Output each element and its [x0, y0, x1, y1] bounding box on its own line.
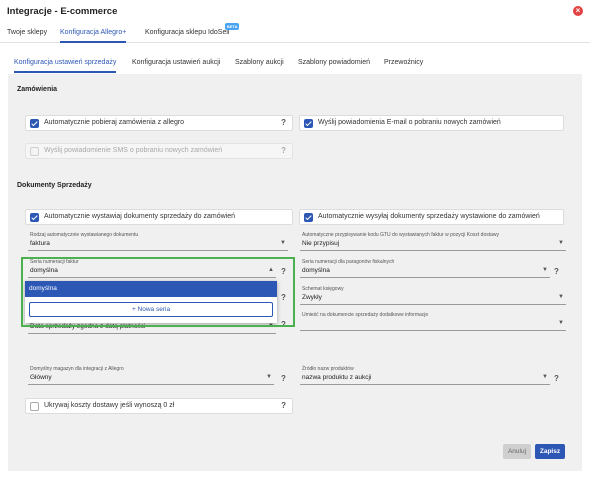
caret-down-icon: ▼	[558, 240, 564, 246]
help-icon: ?	[281, 146, 286, 155]
help-icon[interactable]: ?	[281, 118, 286, 127]
warehouse-select[interactable]: Domyślny magazyn dla integracji z Allegr…	[28, 366, 274, 385]
sms-notify-checkbox: Wyślij powiadomienie SMS o pobraniu nowy…	[25, 143, 293, 159]
extra-info-select[interactable]: Umieść na dokumencie sprzedaży dodatkowe…	[300, 312, 566, 331]
checkbox-checked[interactable]	[30, 119, 39, 128]
caret-down-icon: ▼	[558, 294, 564, 300]
sub-tabs: Konfiguracja ustawień sprzedaży Konfigur…	[0, 53, 590, 73]
checkbox-unchecked	[30, 147, 39, 156]
tab-notification-templates[interactable]: Szablony powiadomień	[298, 59, 370, 71]
doc-type-label: Rodzaj automatycznie wystawianego dokume…	[30, 232, 139, 238]
top-tabs: Twoje sklepy Konfiguracja Allegro+ Konfi…	[0, 23, 590, 43]
caret-down-icon: ▼	[542, 374, 548, 380]
caret-down-icon: ▼	[542, 267, 548, 273]
auto-fetch-orders-label: Automatycznie pobieraj zamówienia z alle…	[44, 119, 185, 126]
receipt-series-label: Seria numeracji dla paragonów fiskalnych	[302, 259, 395, 265]
hide-delivery-cost-label: Ukrywaj koszty dostawy jeśli wynoszą 0 z…	[44, 402, 175, 409]
highlight-frame	[21, 257, 295, 327]
warehouse-label: Domyślny magazyn dla integracji z Allegr…	[30, 366, 124, 372]
accounting-scheme-label: Schemat księgowy	[302, 286, 344, 292]
auto-send-docs-label: Automatycznie wysyłaj dokumenty sprzedaż…	[318, 213, 540, 220]
close-icon[interactable]: ×	[573, 6, 583, 16]
help-icon[interactable]: ?	[281, 374, 286, 383]
warehouse-value: Główny	[30, 374, 52, 381]
sales-docs-section-title: Dokumenty Sprzedaży	[17, 182, 92, 189]
title-bar: Integracje - E-commerce ×	[0, 0, 590, 22]
orders-section-title: Zamówienia	[17, 86, 58, 93]
product-names-label: Źródło nazw produktów	[302, 366, 354, 372]
tab-your-shops[interactable]: Twoje sklepy	[7, 29, 47, 41]
email-notify-checkbox[interactable]: Wyślij powiadomienia E-mail o pobraniu n…	[299, 115, 564, 131]
accounting-scheme-select[interactable]: Schemat księgowy Zwykły ▼	[300, 286, 566, 305]
tab-carriers[interactable]: Przewoźnicy	[384, 59, 423, 71]
checkbox-checked[interactable]	[30, 213, 39, 222]
accounting-scheme-value: Zwykły	[302, 294, 322, 301]
tab-idosell-label: Konfiguracja sklepu IdoSell	[145, 29, 230, 36]
window-title: Integracje - E-commerce	[7, 6, 118, 17]
checkbox-unchecked[interactable]	[30, 402, 39, 411]
tab-auction-settings[interactable]: Konfiguracja ustawień aukcji	[132, 59, 220, 71]
extra-info-label: Umieść na dokumencie sprzedaży dodatkowe…	[302, 312, 429, 318]
help-icon[interactable]: ?	[554, 374, 559, 383]
doc-type-select[interactable]: Rodzaj automatycznie wystawianego dokume…	[28, 232, 288, 251]
help-icon[interactable]: ?	[554, 267, 559, 276]
caret-down-icon: ▼	[280, 240, 286, 246]
gtu-value: Nie przypisuj	[302, 240, 340, 247]
auto-issue-docs-checkbox[interactable]: Automatycznie wystawiaj dokumenty sprzed…	[25, 209, 293, 225]
caret-down-icon: ▼	[558, 320, 564, 326]
tab-auction-templates[interactable]: Szablony aukcji	[235, 59, 284, 71]
product-names-select[interactable]: Źródło nazw produktów nazwa produktu z a…	[300, 366, 550, 385]
gtu-label: Automatyczne przypisywanie kodu GTU do w…	[302, 232, 500, 238]
help-icon[interactable]: ?	[281, 401, 286, 410]
sms-notify-label: Wyślij powiadomienie SMS o pobraniu nowy…	[44, 147, 223, 154]
beta-badge: BETA	[224, 23, 240, 30]
gtu-select[interactable]: Automatyczne przypisywanie kodu GTU do w…	[300, 232, 566, 251]
tab-idosell-config[interactable]: Konfiguracja sklepu IdoSell BETA	[145, 23, 240, 41]
save-button[interactable]: Zapisz	[535, 444, 565, 459]
doc-type-value: faktura	[30, 240, 50, 247]
receipt-series-value: domyślna	[302, 267, 330, 274]
checkbox-checked[interactable]	[304, 213, 313, 222]
caret-down-icon: ▼	[266, 374, 272, 380]
checkbox-checked[interactable]	[304, 119, 313, 128]
cancel-button[interactable]: Anuluj	[503, 444, 531, 459]
tab-allegro-config[interactable]: Konfiguracja Allegro+	[60, 29, 127, 43]
auto-fetch-orders-checkbox[interactable]: Automatycznie pobieraj zamówienia z alle…	[25, 115, 293, 131]
email-notify-label: Wyślij powiadomienia E-mail o pobraniu n…	[318, 119, 501, 126]
receipt-series-select[interactable]: Seria numeracji dla paragonów fiskalnych…	[300, 259, 550, 278]
hide-delivery-cost-checkbox[interactable]: Ukrywaj koszty dostawy jeśli wynoszą 0 z…	[25, 398, 293, 414]
tab-sales-settings[interactable]: Konfiguracja ustawień sprzedaży	[14, 59, 117, 73]
product-names-value: nazwa produktu z aukcji	[302, 374, 372, 381]
auto-send-docs-checkbox[interactable]: Automatycznie wysyłaj dokumenty sprzedaż…	[299, 209, 564, 225]
auto-issue-docs-label: Automatycznie wystawiaj dokumenty sprzed…	[44, 213, 236, 220]
